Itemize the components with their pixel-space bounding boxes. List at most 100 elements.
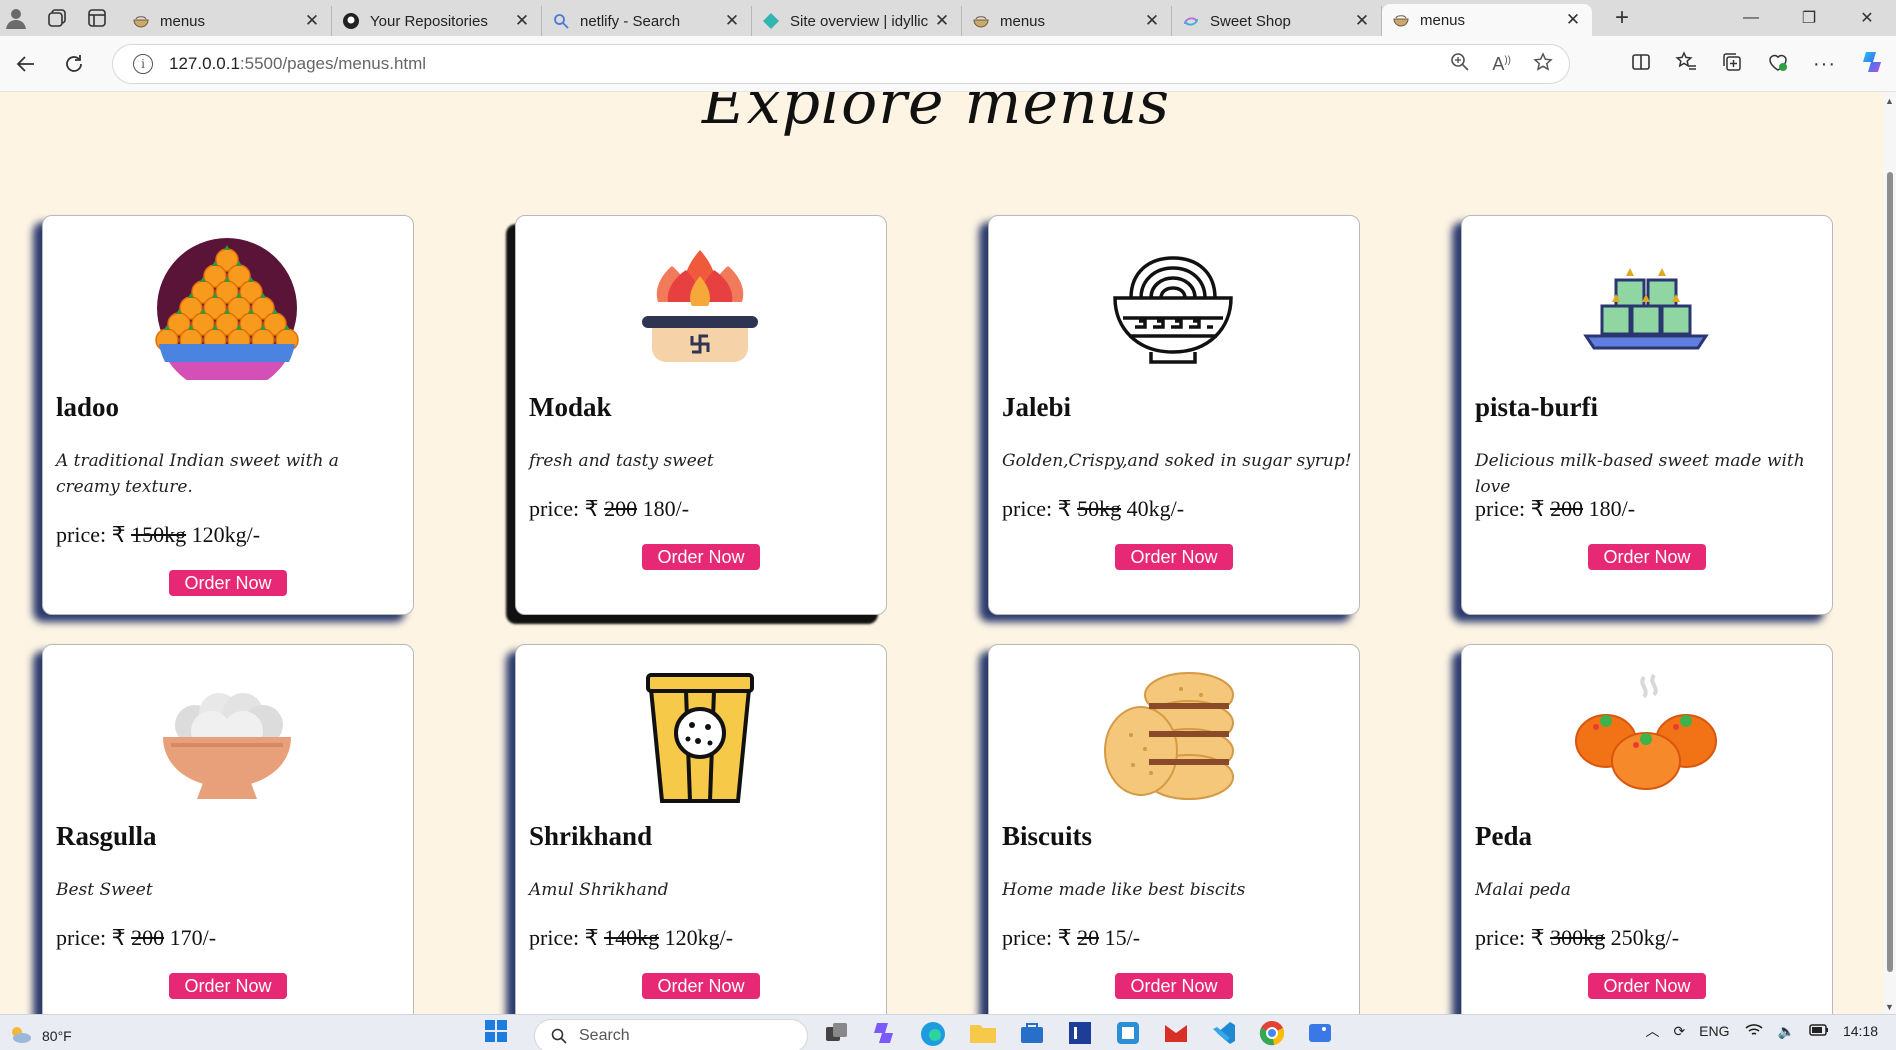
- menu-item-price: price: ₹ 140kg 120kg/-: [529, 925, 733, 951]
- menu-item-name: Peda: [1475, 821, 1532, 851]
- zoom-icon[interactable]: [1450, 52, 1470, 77]
- close-tab-icon[interactable]: ✕: [513, 11, 531, 31]
- taskbar-search[interactable]: Search: [534, 1019, 808, 1050]
- weather-cloud-icon: [8, 1023, 32, 1048]
- old-price: 140kg: [604, 925, 660, 950]
- close-tab-icon[interactable]: ✕: [933, 11, 951, 31]
- close-tab-icon[interactable]: ✕: [303, 11, 321, 31]
- vscode-icon[interactable]: [1210, 1019, 1238, 1050]
- language-indicator[interactable]: ENG: [1699, 1023, 1729, 1039]
- menu-card-modak: Modak fresh and tasty sweet price: ₹ 200 1…: [515, 215, 887, 615]
- browser-tab[interactable]: Your Repositories ✕: [332, 6, 542, 36]
- copilot-icon[interactable]: [1860, 49, 1886, 80]
- price-label: price: ₹: [1475, 925, 1545, 950]
- battery-icon[interactable]: [1809, 1023, 1829, 1040]
- bowl-icon: [1392, 11, 1410, 29]
- browser-essentials-icon[interactable]: [1767, 51, 1789, 78]
- tab-title: Site overview | idyllic: [790, 12, 929, 30]
- chrome-icon[interactable]: [1258, 1019, 1286, 1050]
- menu-item-name: Biscuits: [1002, 821, 1093, 851]
- biscuits-icon: [1101, 665, 1245, 809]
- page-scrollbar[interactable]: ▲ ▼: [1884, 92, 1896, 1014]
- menu-item-price: price: ₹ 200 180/-: [529, 496, 689, 522]
- read-aloud-icon[interactable]: A)): [1492, 54, 1511, 75]
- new-price: 40kg/-: [1126, 496, 1185, 521]
- vertical-tabs-icon[interactable]: [86, 7, 108, 29]
- gmail-icon[interactable]: [1162, 1019, 1190, 1050]
- site-info-icon[interactable]: i: [133, 54, 153, 74]
- tab-title: netlify - Search: [580, 12, 681, 30]
- netlify-icon: [762, 12, 780, 30]
- intellij-icon[interactable]: [1066, 1019, 1094, 1050]
- collections-icon[interactable]: [1721, 51, 1743, 78]
- workspaces-icon[interactable]: [46, 7, 68, 29]
- url-host: 127.0.0.1: [169, 54, 240, 73]
- file-explorer-icon[interactable]: [968, 1019, 998, 1050]
- back-button[interactable]: [6, 44, 46, 84]
- edge-icon[interactable]: [918, 1019, 948, 1050]
- menu-item-description: Home made like best biscits: [1002, 880, 1246, 900]
- refresh-button[interactable]: [54, 44, 94, 84]
- browser-tab[interactable]: Site overview | idyllic ✕: [752, 6, 962, 36]
- store-icon[interactable]: [1018, 1019, 1046, 1050]
- tab-title: menus: [160, 12, 206, 30]
- split-screen-icon[interactable]: [1631, 52, 1651, 77]
- old-price: 300kg: [1550, 925, 1606, 950]
- order-now-button[interactable]: Order Now: [1115, 973, 1233, 999]
- wifi-icon[interactable]: [1744, 1022, 1764, 1041]
- close-window-button[interactable]: ✕: [1838, 0, 1896, 36]
- new-price: 15/-: [1104, 925, 1141, 950]
- new-tab-button[interactable]: +: [1602, 4, 1642, 32]
- new-price: 120kg/-: [191, 522, 261, 547]
- order-now-button[interactable]: Order Now: [1588, 544, 1706, 570]
- order-now-button[interactable]: Order Now: [169, 973, 287, 999]
- close-tab-icon[interactable]: ✕: [1143, 11, 1161, 31]
- new-price: 250kg/-: [1610, 925, 1680, 950]
- tab-strip: menus ✕ Your Repositories ✕ netlify - Search…: [0, 0, 1896, 36]
- browser-tab[interactable]: menus ✕: [1382, 4, 1592, 36]
- close-tab-icon[interactable]: ✕: [723, 11, 741, 31]
- browser-tab[interactable]: menus ✕: [122, 6, 332, 36]
- clock-time[interactable]: 14:18: [1843, 1023, 1878, 1039]
- menu-item-description: Golden,Crispy,and soked in sugar syrup!: [1002, 451, 1352, 471]
- windows-start-icon[interactable]: [482, 1017, 510, 1047]
- order-now-button[interactable]: Order Now: [642, 544, 760, 570]
- browser-tab[interactable]: Sweet Shop ✕: [1172, 6, 1382, 36]
- close-tab-icon[interactable]: ✕: [1353, 11, 1371, 31]
- restore-button[interactable]: ❐: [1780, 0, 1838, 36]
- toolbar: i 127.0.0.1:5500/pages/menus.html A)) ··…: [0, 36, 1896, 92]
- copilot-app-icon[interactable]: [870, 1019, 898, 1050]
- address-bar[interactable]: i 127.0.0.1:5500/pages/menus.html A)): [112, 44, 1570, 84]
- photos-icon[interactable]: [1306, 1019, 1334, 1050]
- browser-tab[interactable]: menus ✕: [962, 6, 1172, 36]
- order-now-button[interactable]: Order Now: [1588, 973, 1706, 999]
- favorites-icon[interactable]: [1675, 50, 1697, 78]
- profile-icon[interactable]: [4, 6, 28, 30]
- more-options-icon[interactable]: ···: [1813, 53, 1836, 76]
- order-now-button[interactable]: Order Now: [1115, 544, 1233, 570]
- blue-app-icon[interactable]: [1114, 1019, 1142, 1050]
- scroll-down-arrow-icon[interactable]: ▼: [1885, 1002, 1894, 1012]
- menu-item-description: Best Sweet: [56, 880, 153, 900]
- close-tab-icon[interactable]: ✕: [1564, 10, 1582, 30]
- jalebi-bowl-icon: [1101, 236, 1245, 380]
- taskbar-search-icon: [551, 1028, 567, 1044]
- url-path: :5500/pages/menus.html: [239, 54, 427, 73]
- weather-widget[interactable]: 80°F: [8, 1023, 72, 1048]
- menu-item-name: Modak: [529, 392, 612, 422]
- favorite-star-icon[interactable]: [1533, 51, 1553, 77]
- task-view-icon[interactable]: [822, 1019, 850, 1050]
- scroll-up-arrow-icon[interactable]: ▲: [1885, 96, 1894, 106]
- old-price: 200: [604, 496, 638, 521]
- order-now-button[interactable]: Order Now: [169, 570, 287, 596]
- volume-icon[interactable]: 🔈: [1778, 1023, 1795, 1040]
- sync-icon[interactable]: ⟳: [1673, 1023, 1685, 1040]
- tray-overflow-icon[interactable]: ︿: [1645, 1021, 1659, 1041]
- browser-tab[interactable]: netlify - Search ✕: [542, 6, 752, 36]
- minimize-button[interactable]: —: [1722, 0, 1780, 36]
- menu-item-price: price: ₹ 200 170/-: [56, 925, 216, 951]
- order-now-button[interactable]: Order Now: [642, 973, 760, 999]
- menu-item-price: price: ₹ 300kg 250kg/-: [1475, 925, 1679, 951]
- scrollbar-thumb[interactable]: [1887, 172, 1893, 972]
- menu-card-pista-burfi: pista-burfi Delicious milk-based sweet ma…: [1461, 215, 1833, 615]
